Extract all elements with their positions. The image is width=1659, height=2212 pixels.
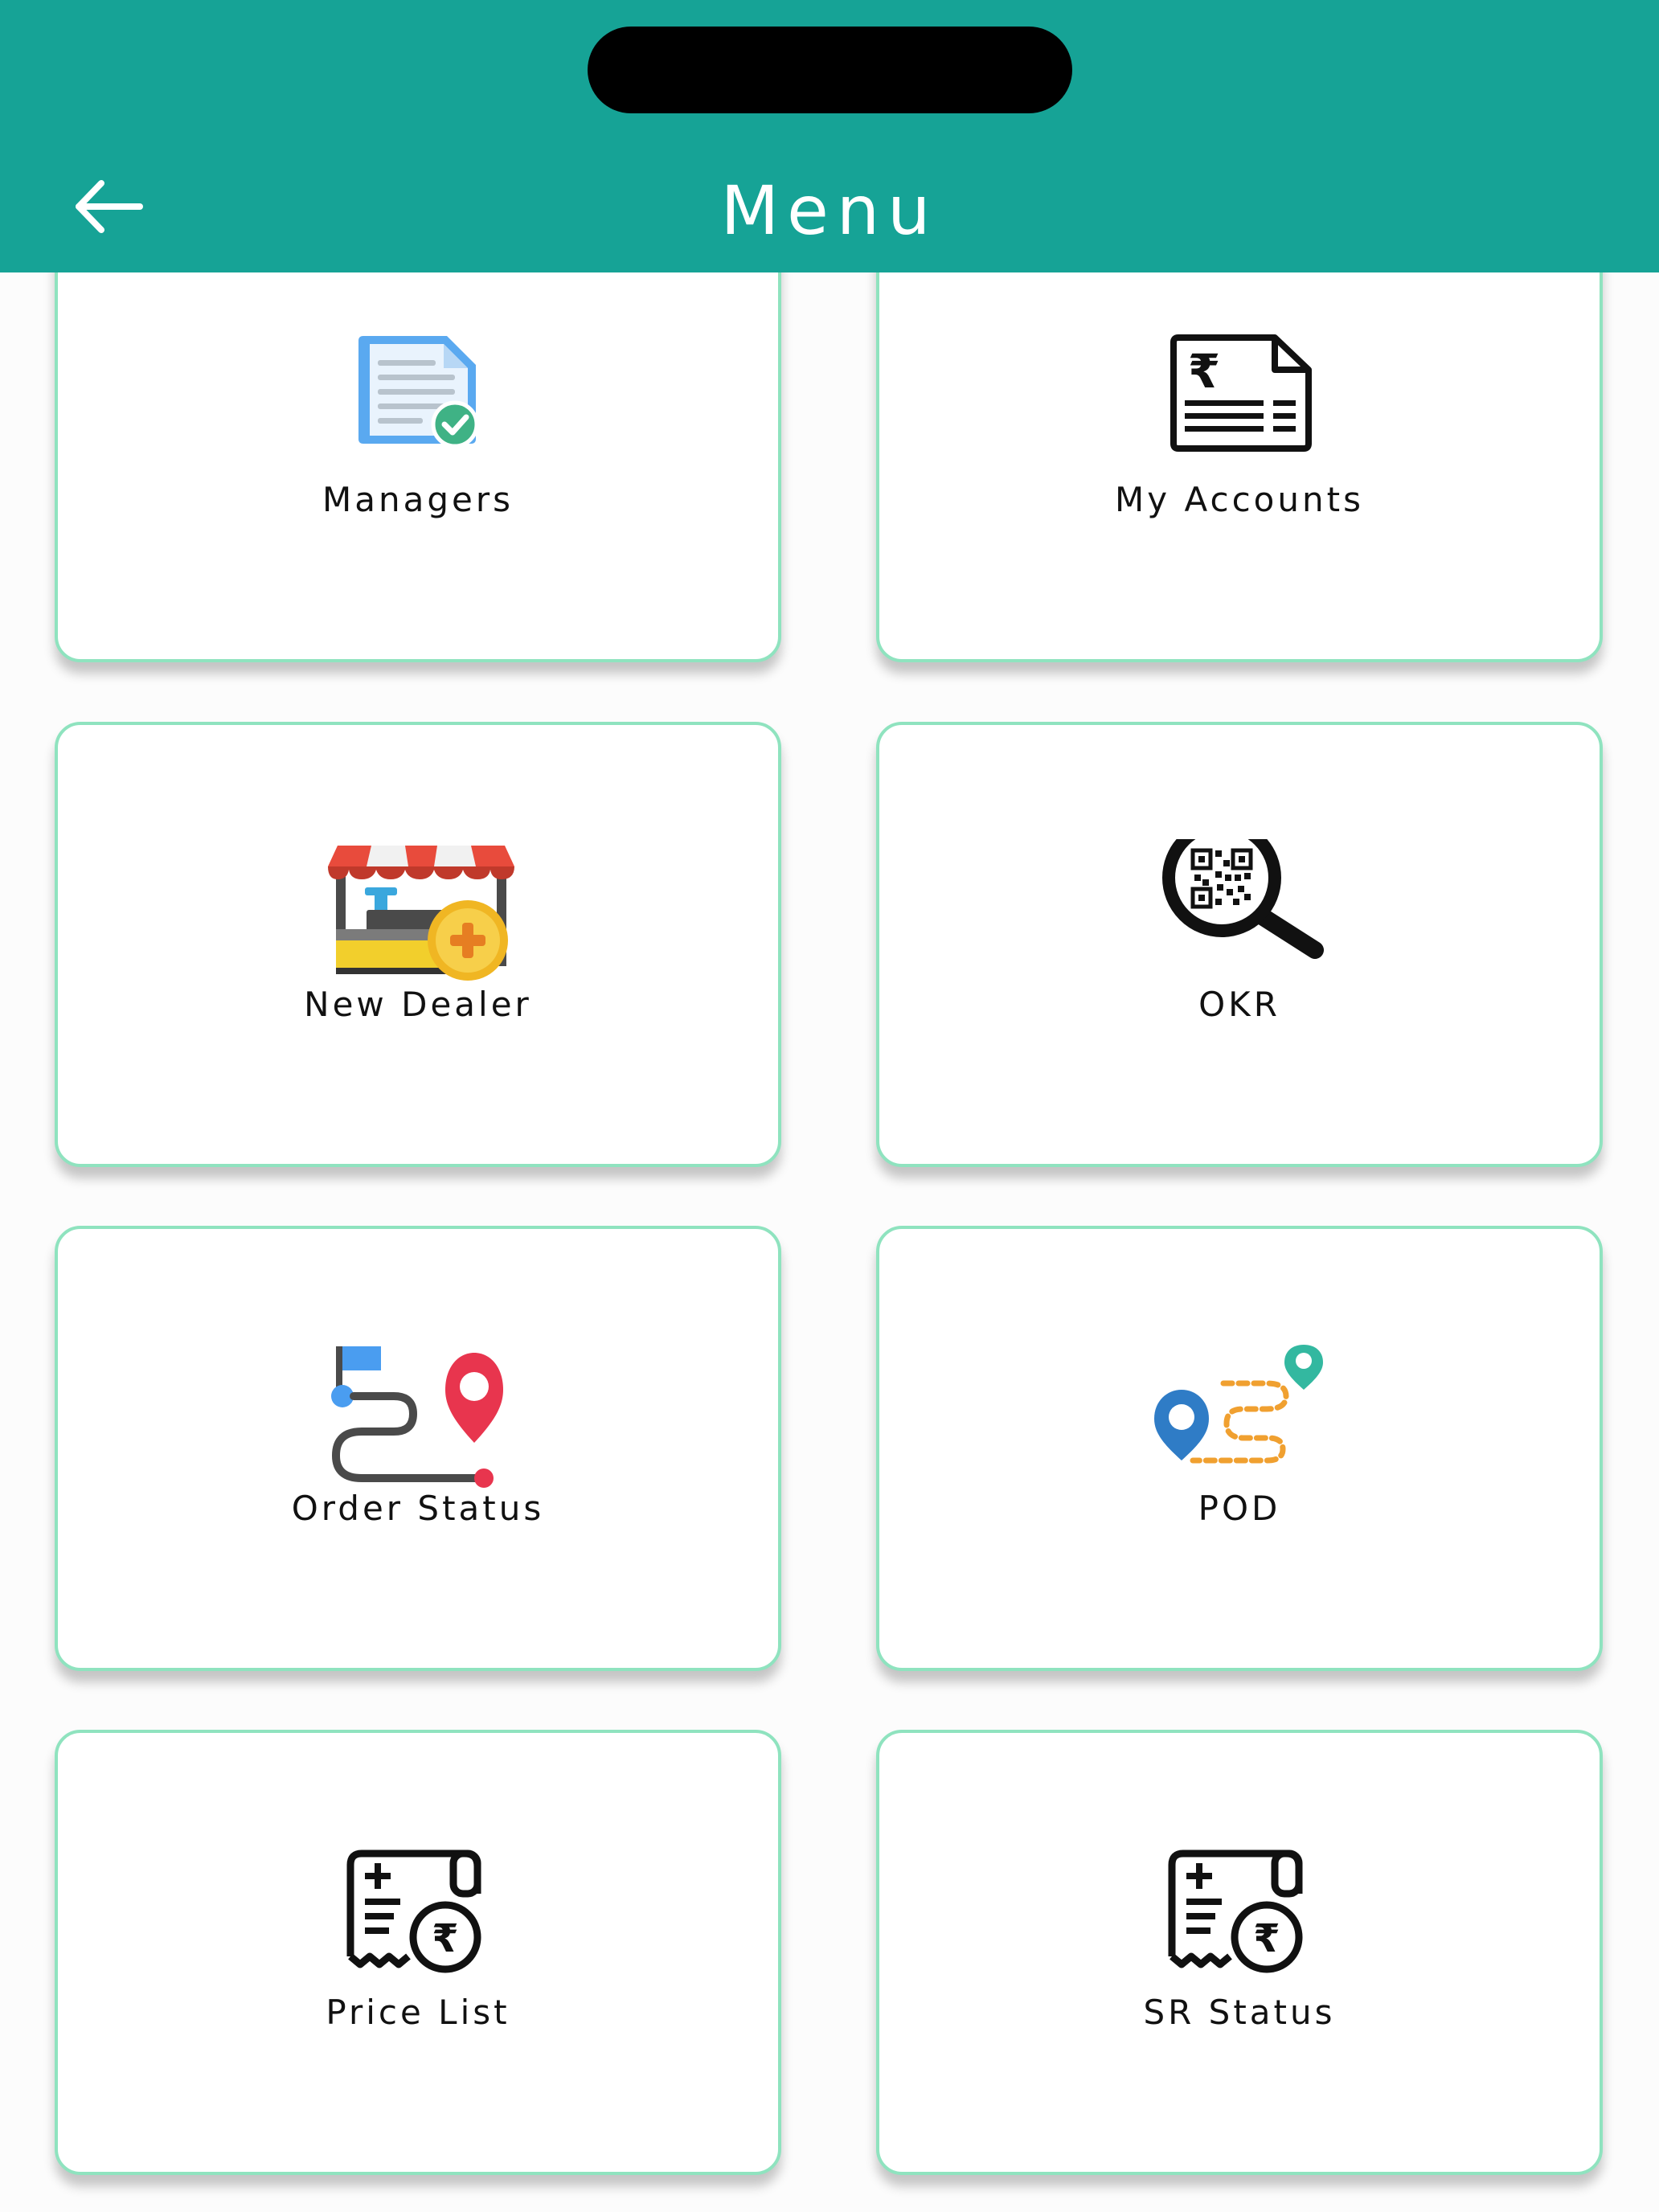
menu-tile-okr[interactable]: OKR bbox=[876, 722, 1603, 1167]
menu-tile-label: Order Status bbox=[291, 1489, 545, 1528]
shop-stall-coin-icon bbox=[325, 839, 518, 984]
menu-tile-new-dealer[interactable]: New Dealer bbox=[55, 722, 781, 1167]
menu-tile-label: Price List bbox=[326, 1993, 510, 2032]
menu-tile-price-list[interactable]: ₹ Price List bbox=[55, 1730, 781, 2175]
qr-magnifier-icon bbox=[1146, 839, 1339, 984]
route-pin-icon bbox=[325, 1343, 518, 1488]
rupee-invoice-icon: ₹ bbox=[1146, 334, 1339, 479]
menu-tile-label: SR Status bbox=[1143, 1993, 1336, 2032]
menu-tile-label: OKR bbox=[1198, 985, 1280, 1024]
camera-notch bbox=[588, 27, 1072, 113]
delivery-route-icon bbox=[1146, 1343, 1339, 1488]
page-title: Menu bbox=[720, 171, 939, 250]
menu-tile-label: Managers bbox=[322, 480, 514, 519]
rupee-receipt-icon: ₹ bbox=[325, 1847, 518, 1992]
menu-tile-sr-status[interactable]: ₹ SR Status bbox=[876, 1730, 1603, 2175]
menu-tile-label: My Accounts bbox=[1115, 480, 1364, 519]
menu-tile-managers[interactable]: Managers bbox=[55, 217, 781, 662]
menu-tile-label: POD bbox=[1198, 1489, 1281, 1528]
app-bar: Menu bbox=[0, 0, 1659, 272]
document-check-icon bbox=[325, 334, 518, 479]
svg-text:₹: ₹ bbox=[1253, 1916, 1280, 1961]
rupee-receipt-icon: ₹ bbox=[1146, 1847, 1339, 1992]
menu-tile-label: New Dealer bbox=[304, 985, 532, 1024]
menu-tile-pod[interactable]: POD bbox=[876, 1226, 1603, 1671]
menu-grid: Managers ₹ My Accounts New Dealer OKR Or… bbox=[0, 0, 1659, 2212]
svg-text:₹: ₹ bbox=[1188, 344, 1220, 399]
menu-tile-order-status[interactable]: Order Status bbox=[55, 1226, 781, 1671]
svg-text:₹: ₹ bbox=[432, 1916, 458, 1961]
menu-tile-my-accounts[interactable]: ₹ My Accounts bbox=[876, 217, 1603, 662]
